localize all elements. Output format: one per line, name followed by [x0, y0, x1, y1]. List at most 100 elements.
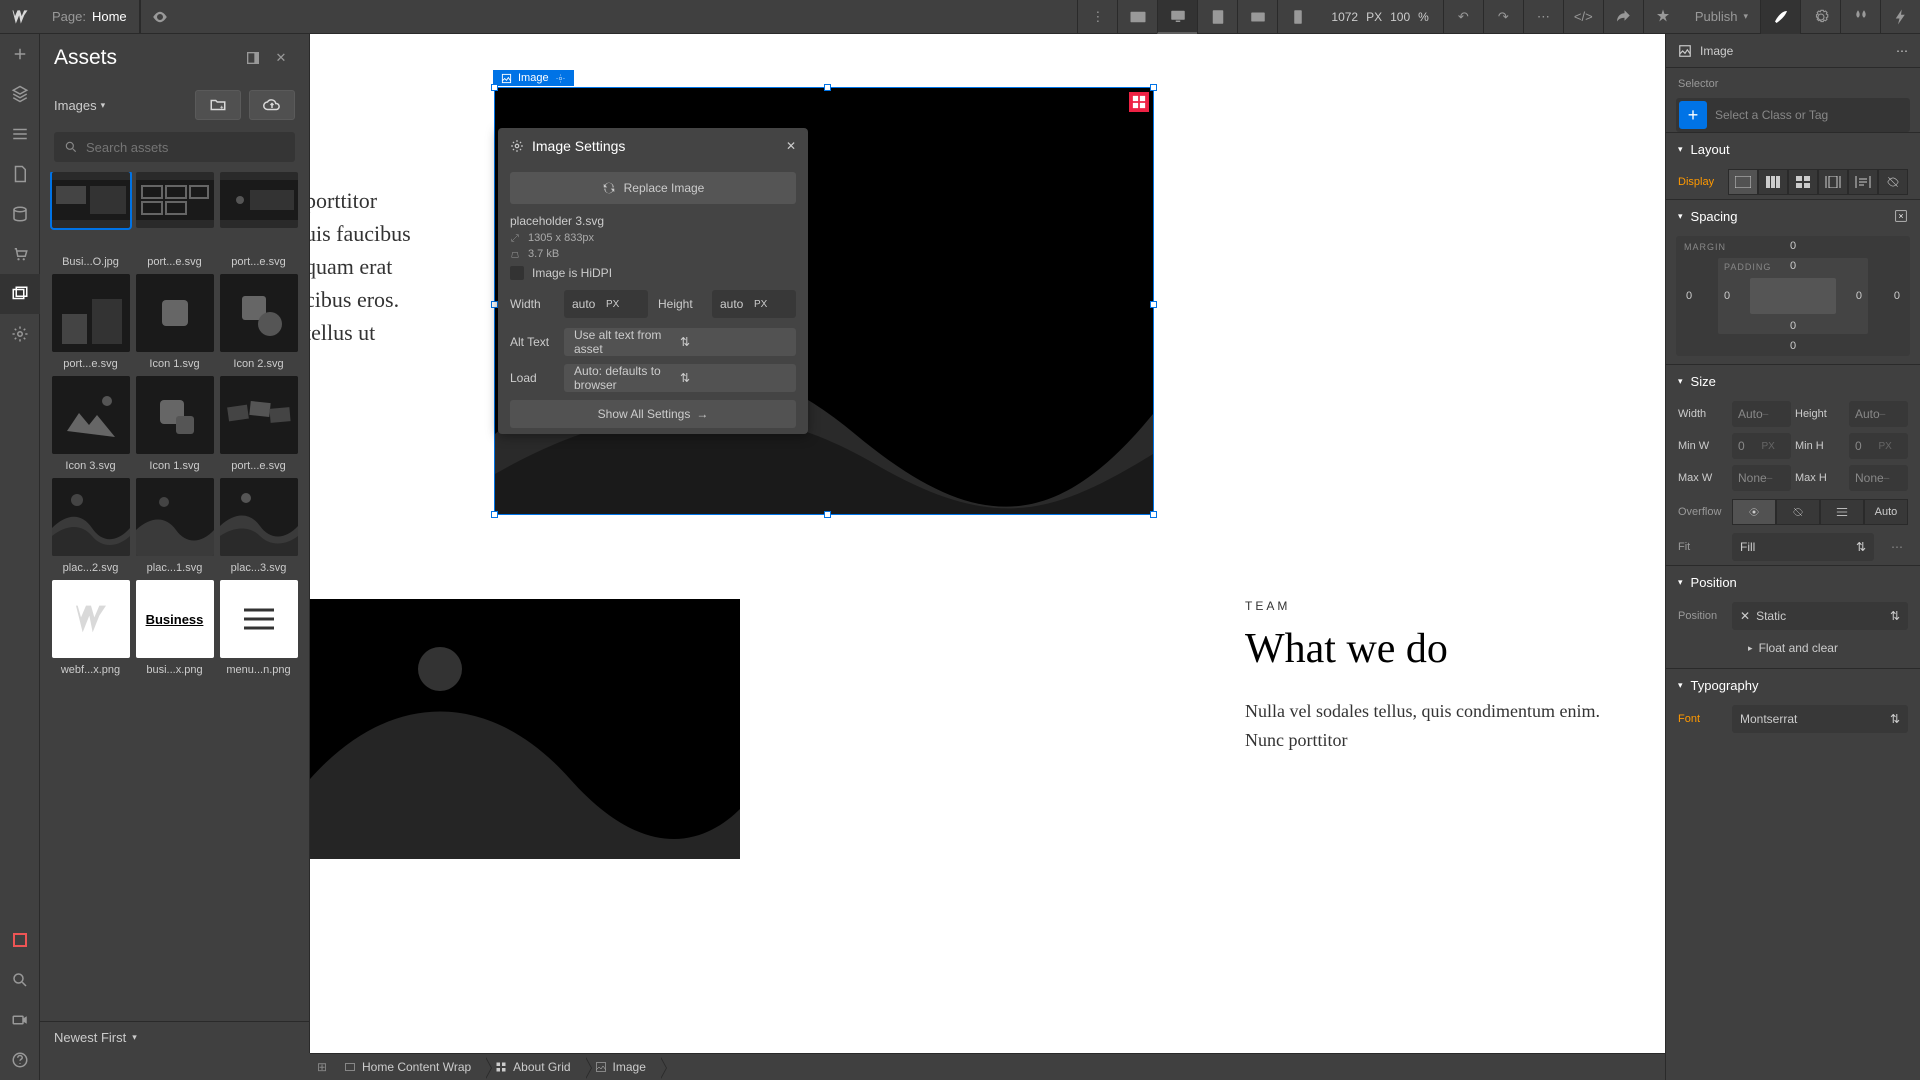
upload-button[interactable]: [249, 90, 295, 120]
asset-search[interactable]: [54, 132, 295, 162]
min-width-input[interactable]: 0PX: [1732, 433, 1791, 459]
min-height-input[interactable]: 0PX: [1849, 433, 1908, 459]
webflow-logo[interactable]: [0, 0, 40, 34]
position-section-toggle[interactable]: ▾Position: [1666, 566, 1920, 598]
breakpoint-xl[interactable]: [1117, 0, 1157, 34]
spacing-editor[interactable]: MARGIN 0 0 0 0 PADDING 0 0 0 0: [1676, 236, 1910, 356]
breakpoint-landscape[interactable]: [1237, 0, 1277, 34]
display-inline[interactable]: [1848, 169, 1878, 195]
navigator-icon[interactable]: [0, 114, 40, 154]
add-element-icon[interactable]: [0, 34, 40, 74]
height-input[interactable]: autoPX: [712, 290, 796, 318]
element-badge[interactable]: Image: [493, 70, 574, 86]
width-input[interactable]: autoPX: [564, 290, 648, 318]
asset-item[interactable]: Icon 1.svg: [136, 376, 214, 472]
asset-item[interactable]: plac...1.svg: [136, 478, 214, 574]
cms-icon[interactable]: [0, 194, 40, 234]
team-paragraph[interactable]: Nulla vel sodales tellus, quis condiment…: [1245, 697, 1625, 755]
audit-icon[interactable]: [1643, 0, 1683, 34]
undo-icon[interactable]: ↶: [1443, 0, 1483, 34]
preview-icon[interactable]: [140, 0, 180, 34]
interactions-tab[interactable]: [1840, 0, 1880, 34]
asset-item[interactable]: Icon 2.svg: [220, 274, 298, 370]
asset-item[interactable]: port...e.svg: [220, 172, 298, 268]
search-icon[interactable]: [0, 960, 40, 1000]
asset-item[interactable]: menu...n.png: [220, 580, 298, 676]
font-dropdown[interactable]: Montserrat⇅: [1732, 705, 1908, 733]
size-section-toggle[interactable]: ▾Size: [1666, 365, 1920, 397]
new-folder-button[interactable]: [195, 90, 241, 120]
display-none[interactable]: [1878, 169, 1908, 195]
breakpoint-tablet[interactable]: [1197, 0, 1237, 34]
publish-button[interactable]: Publish ▾: [1683, 0, 1760, 34]
more-icon[interactable]: ⋯: [1896, 44, 1908, 58]
add-class-button[interactable]: +: [1679, 101, 1707, 129]
asset-item[interactable]: plac...3.svg: [220, 478, 298, 574]
team-eyebrow[interactable]: TEAM: [1245, 599, 1625, 613]
alt-text-dropdown[interactable]: Use alt text from asset⇅: [564, 328, 796, 356]
page-selector[interactable]: Page: Home: [40, 0, 140, 34]
typography-section-toggle[interactable]: ▾Typography: [1666, 669, 1920, 701]
settings-tab[interactable]: [1800, 0, 1840, 34]
redo-icon[interactable]: ↷: [1483, 0, 1523, 34]
position-dropdown[interactable]: ✕Static⇅: [1732, 602, 1908, 630]
display-flex[interactable]: [1758, 169, 1788, 195]
assets-icon[interactable]: [0, 274, 40, 314]
help-icon[interactable]: [0, 1040, 40, 1080]
show-all-settings-button[interactable]: Show All Settings →: [510, 400, 796, 428]
overflow-visible[interactable]: [1732, 499, 1776, 525]
overflow-auto[interactable]: Auto: [1864, 499, 1908, 525]
width-input[interactable]: Auto–: [1732, 401, 1791, 427]
asset-item[interactable]: port...e.svg: [136, 172, 214, 268]
team-heading[interactable]: What we do: [1245, 625, 1625, 673]
asset-item[interactable]: Businessbusi...x.png: [136, 580, 214, 676]
asset-search-input[interactable]: [86, 140, 285, 155]
pages-icon[interactable]: [0, 154, 40, 194]
asset-item[interactable]: Icon 3.svg: [52, 376, 130, 472]
video-icon[interactable]: [0, 1000, 40, 1040]
layout-section-toggle[interactable]: ▾Layout: [1666, 133, 1920, 165]
project-settings-icon[interactable]: [0, 314, 40, 354]
fit-dropdown[interactable]: Fill⇅: [1732, 533, 1874, 561]
class-selector[interactable]: + Select a Class or Tag: [1676, 98, 1910, 132]
close-icon[interactable]: ✕: [267, 44, 295, 72]
max-height-input[interactable]: None–: [1849, 465, 1908, 491]
asset-item[interactable]: port...e.svg: [52, 274, 130, 370]
symbols-icon[interactable]: [0, 74, 40, 114]
load-dropdown[interactable]: Auto: defaults to browser⇅: [564, 364, 796, 392]
ecommerce-icon[interactable]: [0, 234, 40, 274]
asset-item[interactable]: Busi...O.jpg: [52, 172, 130, 268]
breakpoint-desktop[interactable]: [1157, 0, 1197, 34]
close-icon[interactable]: ✕: [786, 139, 796, 153]
canvas-secondary-image[interactable]: [310, 599, 740, 859]
max-width-input[interactable]: None–: [1732, 465, 1791, 491]
sort-dropdown[interactable]: Newest First ▾: [54, 1030, 137, 1045]
share-icon[interactable]: [1603, 0, 1643, 34]
style-tab[interactable]: [1760, 0, 1800, 34]
menu-icon[interactable]: ⋮: [1077, 0, 1117, 34]
asset-item[interactable]: Icon 1.svg: [136, 274, 214, 370]
asset-filter-dropdown[interactable]: Images ▾: [54, 98, 187, 113]
display-inline-block[interactable]: [1818, 169, 1848, 195]
dock-icon[interactable]: [239, 44, 267, 72]
breakpoint-mobile[interactable]: [1277, 0, 1317, 34]
breadcrumb-item[interactable]: Home Content Wrap: [334, 1054, 485, 1080]
spacing-section-toggle[interactable]: ▾Spacing: [1666, 200, 1920, 232]
display-block[interactable]: [1728, 169, 1758, 195]
asset-item[interactable]: webf...x.png: [52, 580, 130, 676]
grid-icon[interactable]: ⊞: [310, 1060, 334, 1074]
replace-image-button[interactable]: Replace Image: [510, 172, 796, 204]
hidpi-checkbox[interactable]: [510, 266, 524, 280]
asset-item[interactable]: plac...2.svg: [52, 478, 130, 574]
asset-item[interactable]: port...e.svg: [220, 376, 298, 472]
stop-icon[interactable]: [0, 920, 40, 960]
overflow-hidden[interactable]: [1776, 499, 1820, 525]
gear-icon[interactable]: [555, 73, 566, 84]
breadcrumb-item[interactable]: Image: [585, 1054, 660, 1080]
height-input[interactable]: Auto–: [1849, 401, 1908, 427]
effects-tab[interactable]: [1880, 0, 1920, 34]
expand-icon[interactable]: [1894, 209, 1908, 223]
more-icon[interactable]: ⋯: [1886, 540, 1908, 554]
comments-icon[interactable]: ⋯: [1523, 0, 1563, 34]
code-icon[interactable]: </>: [1563, 0, 1603, 34]
